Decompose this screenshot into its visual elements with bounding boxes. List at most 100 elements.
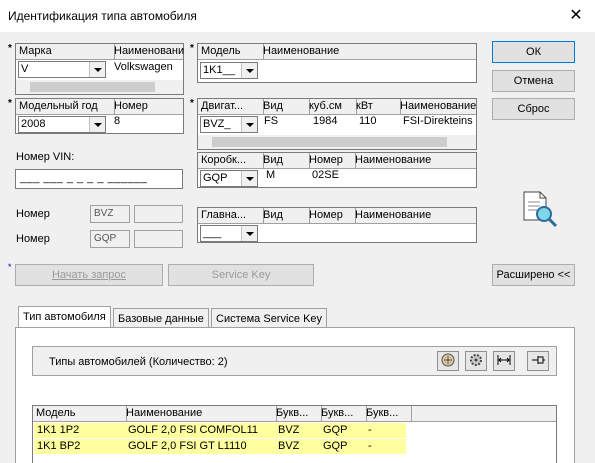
engine-panel: Двигат... Вид куб.см кВт Наименование BV… [197, 98, 477, 150]
make-select-value: V [21, 63, 29, 75]
year-select[interactable]: 2008 [18, 116, 106, 133]
number-value-1: BVZ [94, 208, 114, 219]
vin-label: Номер VIN: [16, 151, 75, 163]
service-key-button[interactable]: Service Key [168, 264, 314, 286]
year-panel: Модельный год Номер 2008 8 [15, 98, 184, 134]
row-letter-2: GQP [323, 424, 348, 436]
engine-select-value: BVZ_ [203, 118, 231, 130]
col-make: Марка [16, 44, 115, 59]
make-select[interactable]: V [18, 61, 106, 78]
gearbox-number: 02SE [312, 169, 339, 181]
number-label-1: Номер [16, 208, 50, 220]
col-model-name: Наименование [263, 45, 340, 57]
col-engine-name: Наименование [400, 100, 477, 112]
required-marker: * [190, 98, 194, 109]
close-icon[interactable]: ✕ [566, 6, 586, 26]
reset-button[interactable]: Сброс [492, 98, 575, 120]
chevron-down-icon[interactable] [241, 117, 257, 132]
number-extra-2 [134, 230, 183, 248]
scroll-thumb[interactable] [30, 82, 155, 92]
col-main-gear: Главна... [198, 208, 264, 223]
types-toolbar: Типы автомобилей (Количество: 2) [32, 346, 557, 376]
col-types-model: Модель [33, 406, 127, 421]
col-gearbox-number: Номер [306, 153, 356, 168]
document-search-icon[interactable] [520, 190, 560, 228]
col-main-gear-kind: Вид [260, 208, 310, 223]
number-label-2: Номер [16, 233, 50, 245]
make-name: Volkswagen [114, 61, 173, 73]
number-field-2: GQP [90, 230, 130, 248]
required-marker: * [8, 98, 12, 109]
gearbox-kind: M [266, 169, 276, 181]
engine-kw: 110 [359, 115, 377, 127]
chevron-down-icon[interactable] [89, 117, 105, 132]
col-types-letter-1: Букв... [273, 406, 322, 421]
col-engine-kw: кВт [353, 99, 401, 114]
engine-cc: 1984 [313, 115, 338, 127]
row-letter-1: BVZ [278, 440, 300, 452]
engine-header: Двигат... Вид куб.см кВт Наименование [198, 99, 476, 115]
col-main-gear-name: Наименование [355, 209, 432, 221]
engine-name: FSI-Direkteins [403, 115, 473, 127]
number-field-1: BVZ [90, 205, 130, 223]
year-header: Модельный год Номер [16, 99, 183, 115]
col-engine-kind: Вид [260, 99, 310, 114]
vin-input[interactable]: ___ ___ _ _ _ _ ______ [15, 169, 183, 189]
engine-select[interactable]: BVZ_ [200, 116, 258, 133]
window-title: Идентификация типа автомобиля [8, 9, 197, 23]
col-main-gear-number: Номер [306, 208, 356, 223]
col-model: Модель [198, 44, 264, 59]
required-marker: * [8, 262, 12, 272]
row-name: GOLF 2,0 FSI GT L1110 [128, 440, 247, 452]
col-types-letter-2: Букв... [318, 406, 367, 421]
main-gear-select[interactable]: ___ [200, 225, 258, 242]
engine-kind: FS [264, 115, 279, 127]
tab-basic-data[interactable]: Базовые данные [113, 308, 209, 328]
vin-mask: ___ ___ _ _ _ _ ______ [20, 172, 148, 184]
col-types-letter-3: Букв... [363, 406, 412, 421]
types-table: Модель Наименование Букв... Букв... Букв… [32, 405, 557, 463]
number-value-2: GQP [94, 233, 117, 244]
pin-icon[interactable] [527, 351, 549, 371]
required-marker: * [190, 43, 194, 54]
cancel-button[interactable]: Отмена [492, 70, 575, 92]
width-icon[interactable] [493, 351, 515, 371]
row-name: GOLF 2,0 FSI COMFOL11 [128, 424, 258, 436]
col-year-number: Номер [114, 100, 148, 112]
make-scrollbar[interactable] [16, 80, 183, 94]
required-marker: * [8, 43, 12, 54]
types-header: Модель Наименование Букв... Букв... Букв… [33, 406, 556, 422]
chevron-down-icon[interactable] [89, 62, 105, 77]
chevron-down-icon[interactable] [241, 226, 257, 241]
make-header: Марка Наименовани [16, 44, 185, 60]
row-model: 1K1 BP2 [37, 440, 81, 452]
main-gear-header: Главна... Вид Номер Наименование [198, 208, 476, 224]
year-number: 8 [114, 115, 121, 127]
tab-service-key[interactable]: Система Service Key [211, 308, 328, 328]
col-gearbox-kind: Вид [260, 153, 310, 168]
col-gearbox: Коробк... [198, 153, 264, 168]
table-row[interactable]: 1K1 BP2 GOLF 2,0 FSI GT L1110 BVZ GQP - [34, 439, 406, 454]
chevron-down-icon[interactable] [241, 63, 257, 78]
main-gear-select-value: ___ [203, 227, 222, 239]
number-extra-1 [134, 205, 183, 223]
engine-scrollbar[interactable] [198, 135, 476, 149]
row-letter-1: BVZ [278, 424, 300, 436]
col-year: Модельный год [16, 99, 115, 114]
gearbox-select[interactable]: GQP [200, 170, 258, 187]
chevron-down-icon[interactable] [241, 171, 257, 186]
col-make-name: Наименовани [114, 45, 185, 57]
gearbox-header: Коробк... Вид Номер Наименование [198, 153, 476, 169]
types-title: Типы автомобилей (Количество: 2) [49, 356, 228, 368]
extended-button[interactable]: Расширено << [492, 264, 575, 286]
tab-vehicle-type[interactable]: Тип автомобиля [18, 306, 111, 328]
start-query-button[interactable]: Начать запрос [15, 264, 163, 286]
filter-icon[interactable] [437, 351, 459, 371]
main-gear-panel: Главна... Вид Номер Наименование ___ [197, 207, 477, 243]
scroll-thumb[interactable] [212, 137, 447, 147]
row-letter-2: GQP [323, 440, 348, 452]
gear-icon[interactable] [465, 351, 487, 371]
model-select[interactable]: 1K1__ [200, 62, 258, 79]
ok-button[interactable]: ОК [492, 41, 575, 63]
table-row[interactable]: 1K1 1P2 GOLF 2,0 FSI COMFOL11 BVZ GQP - [34, 423, 406, 438]
